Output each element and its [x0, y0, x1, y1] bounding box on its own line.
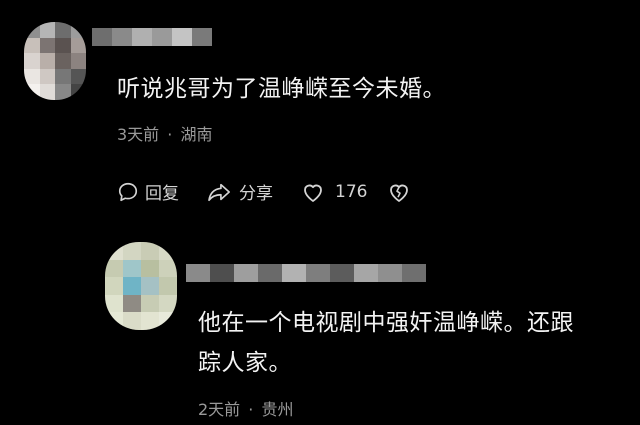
timestamp: 2天前 — [198, 400, 241, 419]
comment-2: 他在一个电视剧中强奸温峥嵘。还跟 踪人家。 2天前 · 贵州 — [0, 220, 640, 425]
username-redacted[interactable] — [186, 264, 426, 282]
reply-button[interactable]: 回复 — [117, 179, 179, 204]
share-button[interactable]: 分享 — [207, 179, 273, 204]
share-arrow-icon — [208, 183, 230, 201]
dislike-button[interactable] — [387, 181, 417, 203]
reply-label: 回复 — [145, 184, 179, 204]
like-count: 176 — [335, 181, 368, 202]
avatar[interactable] — [105, 242, 177, 330]
speech-bubble-icon — [118, 182, 138, 201]
comment-meta: 2天前 · 贵州 — [198, 396, 293, 420]
comment-text: 他在一个电视剧中强奸温峥嵘。还跟 踪人家。 — [198, 303, 574, 383]
avatar[interactable] — [24, 22, 86, 100]
username-redacted[interactable] — [92, 28, 212, 46]
location: 湖南 — [180, 125, 213, 144]
comment-text-line2: 踪人家。 — [198, 350, 292, 376]
separator-dot: · — [248, 400, 254, 419]
like-button[interactable]: 176 — [301, 181, 367, 203]
share-label: 分享 — [239, 184, 273, 204]
broken-heart-icon — [390, 184, 409, 202]
comment-text-line1: 他在一个电视剧中强奸温峥嵘。还跟 — [198, 310, 574, 336]
separator-dot: · — [167, 125, 173, 144]
timestamp: 3天前 — [117, 125, 160, 144]
location: 贵州 — [261, 400, 294, 419]
comment-actions: 回复 分享 176 — [117, 179, 445, 204]
comment-1: 听说兆哥为了温峥嵘至今未婚。 3天前 · 湖南 回复 分享 176 — [0, 0, 640, 220]
comment-meta: 3天前 · 湖南 — [117, 121, 212, 145]
heart-icon — [304, 184, 322, 202]
comment-text: 听说兆哥为了温峥嵘至今未婚。 — [117, 76, 446, 102]
